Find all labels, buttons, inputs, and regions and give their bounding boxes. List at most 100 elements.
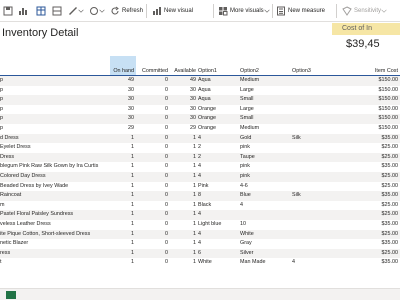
cell-option3 (292, 143, 346, 153)
cell-committed: 0 (165, 182, 168, 189)
cell-available: 1 (170, 171, 198, 182)
save-button[interactable] (3, 3, 13, 19)
cell-option2: Blue (240, 191, 292, 201)
cell-option1: 2 (198, 144, 201, 151)
cell-committed: 0 (136, 191, 170, 201)
view-icon (90, 7, 98, 15)
toolbar-divider (272, 4, 273, 18)
table-row[interactable]: p 30 0 30 Orange Large $150.00 (0, 105, 400, 115)
cell-option1: 4 (198, 133, 240, 144)
cell-available: 1 (193, 201, 196, 208)
matrix-visual-button[interactable] (52, 3, 62, 19)
cell-available: 1 (170, 191, 198, 201)
cell-available: 30 (170, 114, 198, 124)
cell-product: d Dress (0, 133, 110, 144)
cell-product: ite Pique Cotton, Short-sleeved Dress (0, 229, 110, 240)
format-dropdown-button[interactable] (68, 3, 84, 19)
cell-on-hand: 30 (128, 86, 134, 93)
cell-option2: Small (240, 114, 292, 124)
column-header-option2[interactable]: Option2 (240, 56, 292, 76)
cell-product: p (0, 95, 110, 105)
column-header-option3[interactable]: Option3 (292, 56, 346, 76)
column-header-product[interactable] (0, 56, 110, 76)
table-row[interactable]: Beaded Dress by Ivey Wade 1 0 1 Pink 4-6 $25.0… (0, 182, 400, 192)
cell-item-cost: $35.00 (381, 163, 399, 170)
refresh-button[interactable]: Refresh (110, 3, 143, 19)
cell-option3 (292, 229, 346, 240)
cell-option1: 4 (198, 240, 201, 247)
table-row[interactable]: m 1 0 1 Black 4 $25.00 (0, 201, 400, 211)
table-row[interactable]: veless Leather Dress 1 0 1 Light blue 10 $35.0… (0, 220, 400, 230)
view-dropdown-button[interactable] (89, 3, 105, 19)
cell-option1: Black (198, 201, 212, 208)
column-header-committed[interactable]: Committed (136, 56, 170, 76)
cell-option1: Aqua (198, 95, 240, 105)
table-row[interactable]: Raincoat 1 0 1 8 Blue Silk $35.00 (0, 191, 400, 201)
table-visual-button[interactable] (36, 3, 46, 19)
cell-option1: 6 (198, 248, 240, 259)
cell-product: p (0, 124, 3, 131)
cell-option3: Silk (292, 133, 346, 144)
cell-option2: pink (240, 171, 292, 182)
table-row[interactable]: p 29 0 29 Orange Medium $150.00 (0, 124, 400, 134)
cell-available: 30 (190, 105, 196, 112)
table-row[interactable]: netic Blazer 1 0 1 4 Gray $35.00 (0, 239, 400, 249)
chevron-down-icon (78, 9, 84, 13)
column-header-available[interactable]: Available (170, 56, 198, 76)
table-row[interactable]: ress 1 0 1 6 Silver $25.00 (0, 248, 400, 259)
paint-format-icon (69, 7, 77, 15)
cell-available: 30 (170, 95, 198, 105)
cell-option2: Man Made (240, 259, 266, 266)
table-row[interactable]: p 30 0 30 Orange Small $150.00 (0, 114, 400, 124)
sensitivity-button[interactable]: Sensitivity (342, 3, 387, 19)
bar-chart-button[interactable] (18, 3, 28, 19)
kpi-card-label: Cost of In (332, 23, 400, 35)
bar-chart-icon (19, 8, 27, 15)
page-tabs-bar (0, 288, 400, 300)
table-row[interactable]: Colored Day Dress 1 0 1 4 pink $25.00 (0, 171, 400, 182)
cell-committed: 0 (165, 105, 168, 112)
table-row[interactable]: Eyelet Dress 1 0 1 2 pink $25.00 (0, 143, 400, 153)
cell-on-hand: 1 (110, 171, 136, 182)
cell-option1: Orange (198, 124, 216, 131)
table-row[interactable]: p 30 0 30 Aqua Large $150.00 (0, 86, 400, 96)
cell-on-hand: 49 (110, 75, 136, 86)
new-visual-icon (153, 7, 161, 15)
cell-item-cost: $35.00 (381, 259, 399, 266)
cell-option3 (292, 220, 346, 230)
table-row[interactable]: t 1 0 1 White Man Made 4 $35.00 (0, 258, 400, 268)
table-row[interactable]: Pastel Floral Paisley Sundress 1 0 1 4 $25.00 (0, 210, 400, 220)
calculator-icon (277, 6, 285, 16)
cell-available: 30 (190, 86, 196, 93)
table-row[interactable]: p 30 0 30 Aqua Small $150.00 (0, 95, 400, 105)
cell-committed: 0 (136, 210, 170, 220)
cell-option1: Light blue (198, 220, 222, 227)
column-header-item-cost[interactable]: Item Cost (346, 56, 400, 76)
inventory-table[interactable]: On hand Committed Available Option1 Opti… (0, 56, 400, 288)
cell-available: 1 (170, 248, 198, 259)
ribbon-toolbar: Refresh New visual More visuals New meas… (0, 0, 400, 22)
more-visuals-button[interactable]: More visuals (218, 3, 270, 19)
page-tab[interactable] (6, 291, 16, 299)
cell-on-hand: 1 (110, 229, 136, 240)
table-row[interactable]: Dress 1 0 1 2 Taupe $25.00 (0, 152, 400, 163)
cell-item-cost: $25.00 (346, 210, 400, 220)
table-row[interactable]: blegum Pink Raw Silk Gown by Ira Curtis 1… (0, 162, 400, 172)
column-header-on-hand[interactable]: On hand (110, 56, 136, 76)
cell-committed: 0 (165, 259, 168, 266)
cell-on-hand: 1 (131, 182, 134, 189)
column-header-option1[interactable]: Option1 (198, 56, 240, 76)
cell-product: ress (0, 248, 110, 259)
cell-product: Dress (0, 152, 110, 163)
new-measure-button[interactable]: New measure (276, 3, 325, 19)
cell-option3 (292, 124, 346, 134)
new-visual-button[interactable]: New visual (152, 3, 193, 19)
cell-item-cost: $25.00 (381, 201, 399, 208)
cell-committed: 0 (165, 163, 168, 170)
cell-option2: Medium (240, 124, 260, 131)
cell-item-cost: $25.00 (346, 229, 400, 240)
table-row[interactable]: ite Pique Cotton, Short-sleeved Dress 1 0 1… (0, 229, 400, 240)
table-row[interactable]: d Dress 1 0 1 4 Gold Silk $35.00 (0, 133, 400, 144)
refresh-icon (111, 6, 119, 15)
table-row[interactable]: p 49 0 49 Aqua Medium $150.00 (0, 75, 400, 86)
